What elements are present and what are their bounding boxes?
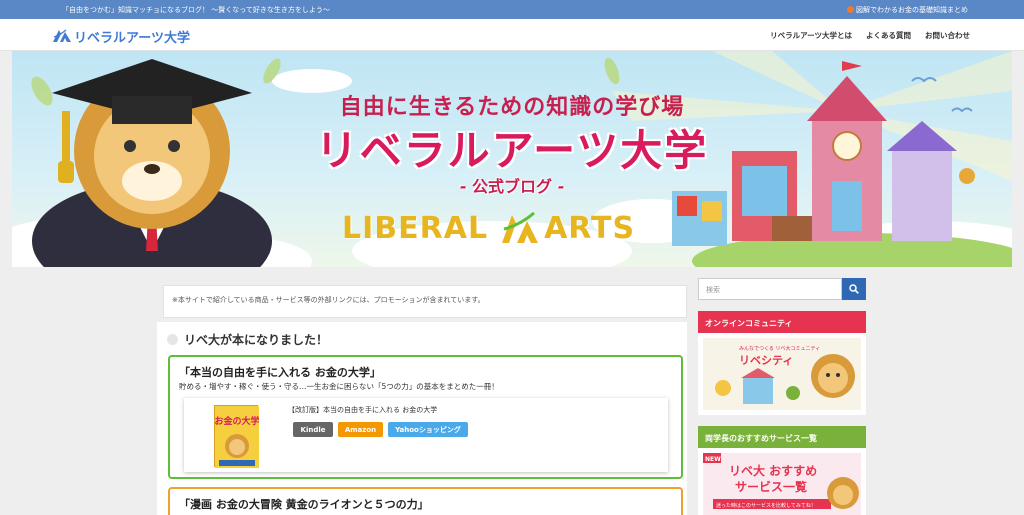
logo-mark-icon [53, 29, 71, 42]
community-widget-heading: オンラインコミュニティ [698, 311, 866, 333]
book-cover-image: お金の大学 [214, 406, 260, 468]
logo-text: リベラルアーツ大学 [74, 30, 190, 46]
nav-about[interactable]: リベラルアーツ大学とは [770, 30, 852, 41]
search-button[interactable] [842, 278, 866, 300]
book2-title: 「漫画 お金の大冒険 黄金のライオンと５つの力」 [179, 498, 429, 511]
top-info-bar: 「自由をつかむ」知識マッチョになるブログ！ 〜賢くなって好きな生き方をしよう〜 … [0, 0, 1024, 19]
recommended-services-widget: 両学長のおすすめサービス一覧 NEW リベ大 おすすめ サービス一覧 迷った時は… [698, 426, 866, 515]
hero-banner[interactable]: 自由に生きるための知識の学び場 リベラルアーツ大学 - 公式ブログ - LIBE… [12, 51, 1012, 267]
money-basics-link[interactable]: 図解でわかるお金の基礎知識まとめ [847, 5, 968, 15]
new-badge: NEW [705, 456, 721, 463]
libecity-banner-top: みんなでつくる リベ大コミュニティ [739, 345, 820, 352]
section-heading: リベ大が本になりました！ [167, 331, 328, 348]
book-box-2: 「漫画 お金の大冒険 黄金のライオンと５つの力」 [168, 487, 683, 515]
section-heading-text: リベ大が本になりました！ [184, 333, 329, 347]
nav-contact[interactable]: お問い合わせ [925, 30, 970, 41]
site-header: リベラルアーツ大学 リベラルアーツ大学とは よくある質問 お問い合わせ [0, 19, 1024, 51]
book1-card: お金の大学 【改訂版】本当の自由を手に入れる お金の大学 Kindle Amaz… [184, 398, 668, 472]
amazon-button[interactable]: Amazon [338, 422, 383, 437]
book-box-1: 「本当の自由を手に入れる お金の大学」 貯める・増やす・稼ぐ・使う・守る…一生お… [168, 355, 683, 479]
site-logo[interactable]: リベラルアーツ大学 [52, 27, 190, 46]
libecity-banner[interactable]: みんなでつくる リベ大コミュニティ リベシティ [703, 338, 861, 410]
main-article: リベ大が本になりました！ 「本当の自由を手に入れる お金の大学」 貯める・増やす… [157, 322, 687, 515]
book1-cover[interactable]: お金の大学 [214, 405, 260, 468]
hero-brand-right: ARTS [544, 211, 636, 246]
promotion-notice: ※本サイトで紹介している商品・サービス等の外部リンクには、プロモーションが含まれ… [163, 285, 687, 318]
hero-title: リベラルアーツ大学 [315, 126, 709, 175]
money-basics-link-label: 図解でわかるお金の基礎知識まとめ [856, 6, 968, 14]
site-tagline: 「自由をつかむ」知識マッチョになるブログ！ 〜賢くなって好きな生き方をしよう〜 [62, 6, 330, 14]
community-widget: オンラインコミュニティ みんなでつくる リベ大コミュニティ リベシティ [698, 311, 866, 415]
hero-brand: LIBERAL ARTS [342, 211, 635, 246]
book1-title: 「本当の自由を手に入れる お金の大学」 [179, 366, 381, 379]
heading-bullet-icon [167, 334, 178, 345]
cover-text: お金の大学 [215, 415, 259, 427]
search-input[interactable]: 検索 [698, 278, 842, 300]
search-icon [849, 284, 859, 294]
coin-icon [847, 6, 854, 13]
services-banner[interactable]: NEW リベ大 おすすめ サービス一覧 迷った時はこのサービスを比較してみてね！ [703, 453, 861, 515]
kindle-button[interactable]: Kindle [293, 422, 333, 437]
yahoo-shopping-button[interactable]: Yahooショッピング [388, 422, 468, 437]
hero-blog-label: - 公式ブログ - [459, 177, 565, 196]
book1-card-title[interactable]: 【改訂版】本当の自由を手に入れる お金の大学 [288, 405, 437, 415]
services-banner-bottom: 迷った時はこのサービスを比較してみてね！ [716, 502, 816, 509]
hero-brand-left: LIBERAL [342, 211, 489, 246]
libecity-banner-main: リベシティ [739, 354, 793, 367]
sidebar-search: 検索 [698, 278, 866, 300]
services-banner-line2: サービス一覧 [735, 479, 807, 494]
nav-faq[interactable]: よくある質問 [866, 30, 911, 41]
recommended-services-heading: 両学長のおすすめサービス一覧 [698, 426, 866, 448]
services-banner-line1: リベ大 おすすめ [729, 463, 817, 478]
main-nav: リベラルアーツ大学とは よくある質問 お問い合わせ [770, 30, 970, 41]
book1-description: 貯める・増やす・稼ぐ・使う・守る…一生お金に困らない「5つの力」の基本をまとめた… [179, 382, 499, 391]
